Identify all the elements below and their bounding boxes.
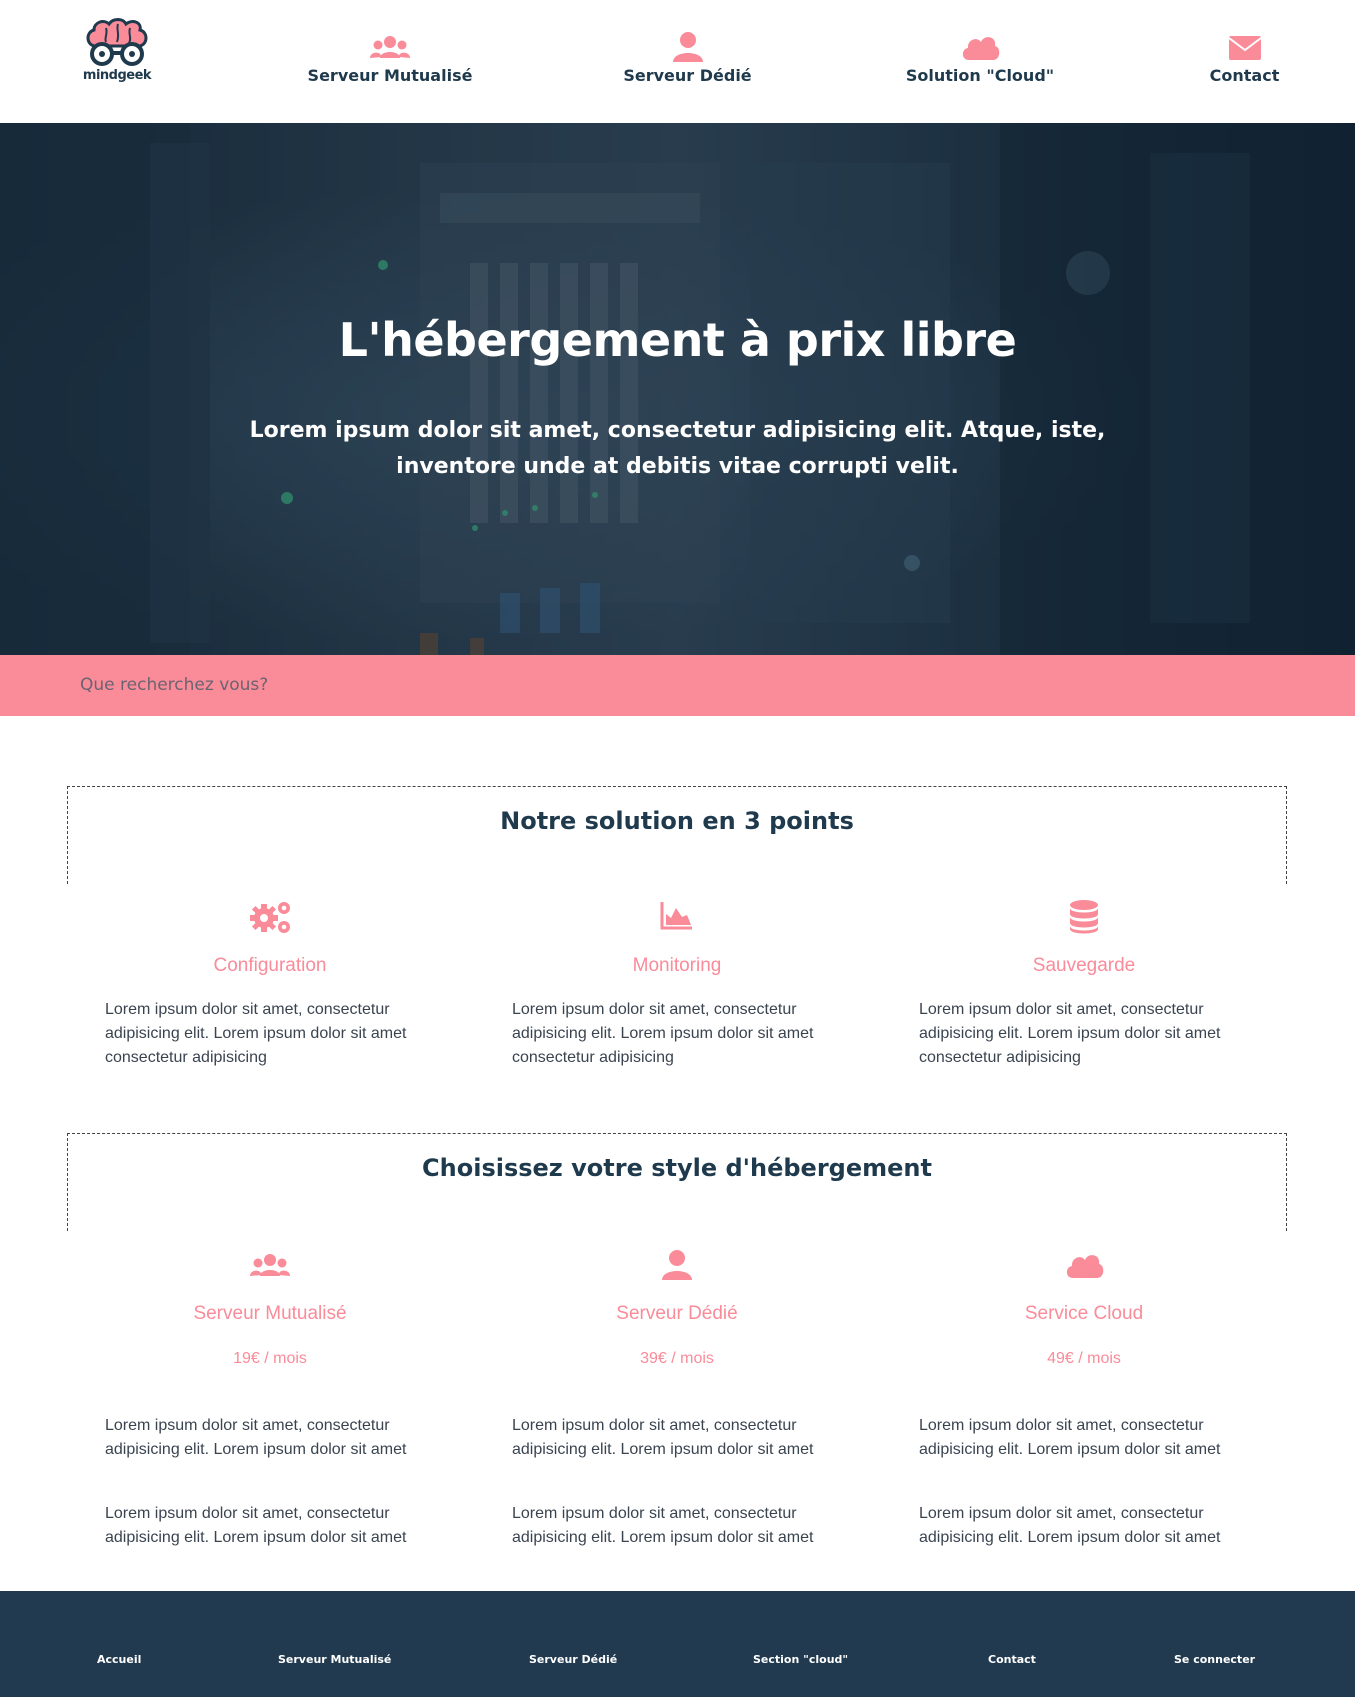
nav-solution-cloud[interactable]: Solution "Cloud" [895, 30, 1065, 85]
feature-text: Lorem ipsum dolor sit amet, consectetur … [919, 1001, 1221, 1066]
hero-overlay [0, 123, 1355, 655]
search-bar [0, 655, 1355, 716]
hero-title: L'hébergement à prix libre [338, 313, 1017, 367]
plan-title: Serveur Dédié [616, 1303, 738, 1324]
plan-price: 19€ / mois [233, 1350, 307, 1367]
plan-price: 39€ / mois [640, 1350, 714, 1367]
users-icon [370, 36, 410, 58]
plan-text: Lorem ipsum dolor sit amet, consectetur … [105, 1505, 407, 1546]
footer-link-serveur-mutualise[interactable]: Serveur Mutualisé [278, 1653, 391, 1666]
plan-title: Service Cloud [1024, 1303, 1144, 1324]
nav-contact[interactable]: Contact [1197, 30, 1292, 85]
plan-title: Serveur Mutualisé [193, 1303, 347, 1324]
feature-text: Lorem ipsum dolor sit amet, consectetur … [512, 1001, 814, 1066]
plan-text: Lorem ipsum dolor sit amet, consectetur … [919, 1417, 1221, 1458]
hosting-section-header: Choisissez votre style d'hébergement [67, 1133, 1287, 1231]
plan-text: Lorem ipsum dolor sit amet, consectetur … [512, 1417, 814, 1458]
cogs-icon [250, 902, 290, 933]
hero-subtitle: Lorem ipsum dolor sit amet, consectetur … [249, 418, 1106, 479]
brain-glasses-icon [86, 18, 148, 66]
feature-title: Sauvegarde [1032, 955, 1136, 976]
cloud-icon [1066, 1255, 1104, 1278]
site-header: mindgeek Serveur Mutualisé Serveur Dédié… [0, 0, 1355, 123]
footer-link-section-cloud[interactable]: Section "cloud" [753, 1653, 848, 1666]
nav-label: Solution "Cloud" [905, 66, 1055, 85]
nav-serveur-dedie[interactable]: Serveur Dédié [610, 30, 765, 85]
logo-text: mindgeek [82, 68, 152, 83]
footer-link-se-connecter[interactable]: Se connecter [1174, 1653, 1255, 1666]
feature-title: Configuration [213, 955, 327, 976]
features-section-header: Notre solution en 3 points [67, 786, 1287, 884]
user-icon [672, 32, 703, 62]
nav-label: Serveur Dédié [623, 66, 752, 85]
user-icon [662, 1250, 692, 1280]
section-title: Choisissez votre style d'hébergement [422, 1154, 932, 1182]
footer-link-serveur-dedie[interactable]: Serveur Dédié [529, 1653, 617, 1666]
plan-text: Lorem ipsum dolor sit amet, consectetur … [919, 1505, 1221, 1546]
search-input[interactable] [80, 665, 1280, 705]
plan-text: Lorem ipsum dolor sit amet, consectetur … [512, 1505, 814, 1546]
database-icon [1070, 900, 1098, 934]
footer-link-contact[interactable]: Contact [988, 1653, 1036, 1666]
users-icon [250, 1254, 290, 1276]
envelope-icon [1227, 36, 1262, 60]
hero-banner: L'hébergement à prix libre Lorem ipsum d… [0, 123, 1355, 655]
nav-label: Contact [1209, 66, 1280, 85]
section-title: Notre solution en 3 points [500, 807, 854, 835]
footer-link-accueil[interactable]: Accueil [97, 1653, 141, 1666]
cloud-icon [962, 37, 1000, 60]
logo[interactable]: mindgeek [80, 16, 154, 90]
feature-text: Lorem ipsum dolor sit amet, consectetur … [105, 1001, 407, 1066]
nav-label: Serveur Mutualisé [307, 66, 473, 85]
area-chart-icon [660, 902, 692, 930]
site-footer: Accueil Serveur Mutualisé Serveur Dédié … [0, 1591, 1355, 1697]
plan-text: Lorem ipsum dolor sit amet, consectetur … [105, 1417, 407, 1458]
nav-serveur-mutualise[interactable]: Serveur Mutualisé [305, 30, 475, 85]
plan-price: 49€ / mois [1047, 1350, 1121, 1367]
feature-title: Monitoring [632, 955, 722, 976]
